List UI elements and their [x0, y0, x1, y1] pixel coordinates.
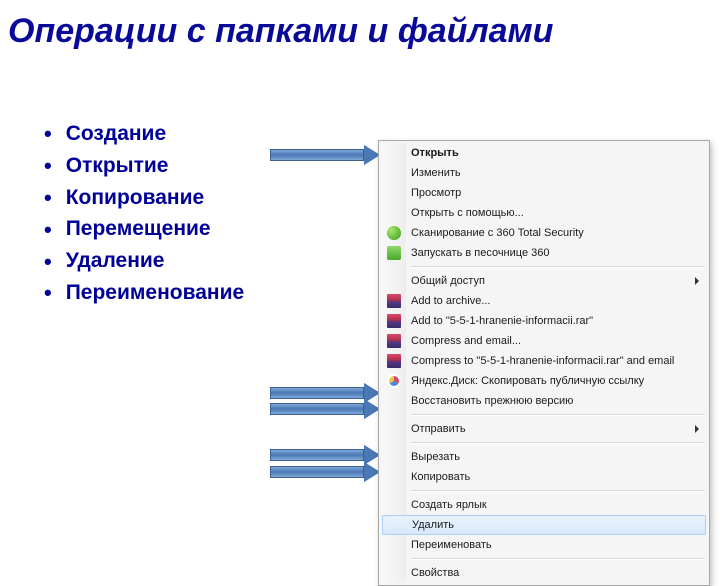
menu-scan-360[interactable]: Сканирование с 360 Total Security	[381, 223, 707, 243]
yandex-disk-icon	[387, 374, 401, 388]
menu-compress-email[interactable]: Compress and email...	[381, 331, 707, 351]
menu-share[interactable]: Общий доступ	[381, 271, 707, 291]
menu-view[interactable]: Просмотр	[381, 183, 707, 203]
menu-separator	[411, 414, 705, 416]
menu-open-with[interactable]: Открыть с помощью...	[381, 203, 707, 223]
sandbox-icon	[387, 246, 401, 260]
arrow-delete	[270, 448, 380, 462]
menu-sandbox-360[interactable]: Запускать в песочнице 360	[381, 243, 707, 263]
menu-yandex-disk[interactable]: Яндекс.Диск: Скопировать публичную ссылк…	[381, 371, 707, 391]
operations-list: Создание Открытие Копирование Перемещени…	[0, 118, 244, 309]
list-item: Создание	[44, 118, 244, 150]
chevron-right-icon	[695, 277, 699, 285]
menu-add-rar[interactable]: Add to "5-5-1-hranenie-informacii.rar"	[381, 311, 707, 331]
arrow-copy	[270, 402, 380, 416]
menu-separator	[411, 490, 705, 492]
menu-copy[interactable]: Копировать	[381, 467, 707, 487]
menu-create-shortcut[interactable]: Создать ярлык	[381, 495, 707, 515]
arrow-rename	[270, 465, 380, 479]
arrow-cut	[270, 386, 380, 400]
menu-properties[interactable]: Свойства	[381, 563, 707, 583]
list-item: Удаление	[44, 246, 244, 278]
slide-title: Операции с папками и файлами	[0, 0, 720, 51]
menu-separator	[411, 266, 705, 268]
list-item: Перемещение	[44, 214, 244, 246]
menu-edit[interactable]: Изменить	[381, 163, 707, 183]
archive-icon	[387, 334, 401, 348]
arrow-open	[270, 148, 380, 162]
menu-send-to[interactable]: Отправить	[381, 419, 707, 439]
context-menu: Открыть Изменить Просмотр Открыть с помо…	[378, 140, 710, 586]
archive-icon	[387, 314, 401, 328]
menu-delete[interactable]: Удалить	[382, 515, 706, 535]
archive-icon	[387, 294, 401, 308]
menu-compress-rar-email[interactable]: Compress to "5-5-1-hranenie-informacii.r…	[381, 351, 707, 371]
menu-open[interactable]: Открыть	[381, 143, 707, 163]
archive-icon	[387, 354, 401, 368]
list-item: Копирование	[44, 182, 244, 214]
list-item: Открытие	[44, 150, 244, 182]
menu-separator	[411, 442, 705, 444]
menu-restore[interactable]: Восстановить прежнюю версию	[381, 391, 707, 411]
chevron-right-icon	[695, 425, 699, 433]
menu-separator	[411, 558, 705, 560]
menu-cut[interactable]: Вырезать	[381, 447, 707, 467]
menu-add-archive[interactable]: Add to archive...	[381, 291, 707, 311]
list-item: Переименование	[44, 277, 244, 309]
shield-icon	[387, 226, 401, 240]
menu-rename[interactable]: Переименовать	[381, 535, 707, 555]
